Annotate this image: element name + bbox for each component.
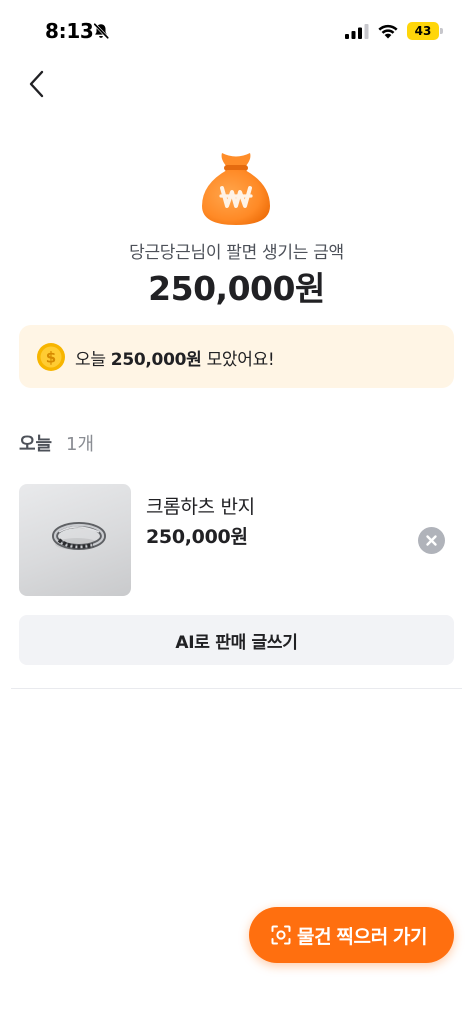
battery-level: 43 — [414, 24, 432, 38]
item-price: 250,000원 — [146, 526, 248, 548]
wifi-icon — [378, 24, 398, 39]
battery-tip — [440, 28, 443, 34]
svg-text:$: $ — [46, 349, 56, 367]
chevron-left-icon — [29, 70, 44, 98]
section-count: 1개 — [66, 434, 95, 455]
hero-amount: 250,000원 — [148, 269, 325, 308]
go-take-photo-button[interactable]: 물건 찍으러 가기 — [249, 907, 454, 963]
bell-slash-icon — [93, 23, 109, 39]
banner-text: 오늘 250,000원 모았어요! — [75, 345, 275, 370]
section-title: 오늘 — [19, 434, 53, 455]
scan-camera-icon — [271, 925, 291, 945]
divider — [11, 688, 462, 689]
page: 8:13 43 당근당근님이 팔면 생기는 금액 250,000원 $ 오늘 2… — [0, 0, 473, 1024]
banner-suffix: 모았어요! — [201, 350, 275, 370]
battery-icon: 43 — [407, 22, 443, 40]
remove-item-button[interactable] — [418, 527, 445, 554]
item-thumbnail[interactable] — [19, 484, 131, 596]
item-name: 크롬하츠 반지 — [146, 496, 255, 518]
status-time: 8:13 — [45, 19, 94, 43]
banner-amount: 250,000원 — [110, 350, 202, 370]
ring-photo — [52, 522, 106, 550]
cellular-signal-icon — [345, 24, 369, 39]
hero-caption: 당근당근님이 팔면 생기는 금액 — [129, 243, 344, 263]
today-savings-banner: $ 오늘 250,000원 모았어요! — [19, 325, 454, 388]
money-bag-icon — [202, 153, 270, 225]
fab-label: 물건 찍으러 가기 — [297, 927, 428, 948]
ai-write-post-button[interactable]: AI로 판매 글쓰기 — [19, 615, 454, 665]
coin-icon: $ — [37, 343, 65, 371]
back-button[interactable] — [22, 68, 52, 100]
close-circle-icon — [426, 535, 437, 546]
banner-prefix: 오늘 — [75, 350, 111, 370]
status-bar: 8:13 43 — [0, 0, 473, 60]
